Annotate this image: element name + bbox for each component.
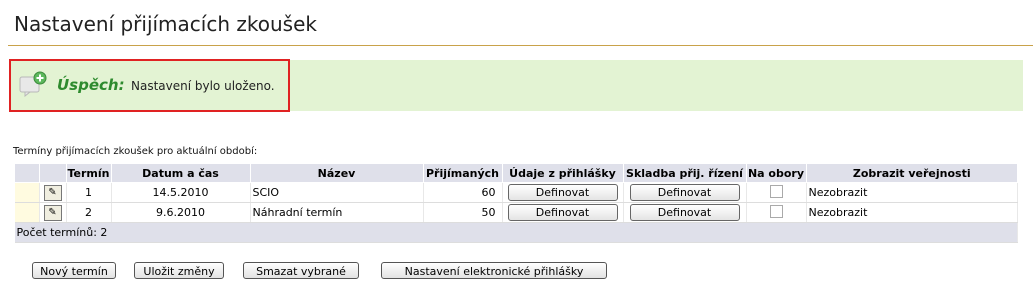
col-zobrazit[interactable]: Zobrazit veřejnosti bbox=[805, 163, 1018, 183]
col-nazev[interactable]: Název bbox=[249, 163, 424, 183]
title-divider bbox=[8, 45, 1033, 46]
col-termin[interactable]: Termín bbox=[65, 163, 112, 183]
col-prijimanych[interactable]: Přijímaných bbox=[422, 163, 503, 183]
skladba-cell: Definovat bbox=[623, 182, 747, 203]
na-obory-cell bbox=[746, 182, 807, 203]
udaje-cell: Definovat bbox=[502, 202, 624, 223]
edit-cell: ✎ bbox=[39, 182, 67, 203]
skladba-define-button[interactable]: Definovat bbox=[629, 184, 740, 201]
na-obory-cell bbox=[746, 202, 807, 223]
datum-cell: 14.5.2010 bbox=[111, 182, 251, 203]
col-datum[interactable]: Datum a čas bbox=[110, 163, 251, 183]
edit-cell: ✎ bbox=[39, 202, 67, 223]
udaje-define-button[interactable]: Definovat bbox=[507, 204, 618, 221]
prijimanych-cell: 60 bbox=[423, 182, 503, 203]
table-header: Termín Datum a čas Název Přijímaných Úda… bbox=[14, 163, 1018, 183]
udaje-cell: Definovat bbox=[502, 182, 624, 203]
delete-selected-button[interactable]: Smazat vybrané bbox=[243, 262, 359, 279]
termin-cell: 2 bbox=[66, 202, 112, 223]
na-obory-checkbox[interactable] bbox=[769, 184, 783, 198]
col-udaje[interactable]: Údaje z přihlášky bbox=[501, 163, 624, 183]
nazev-cell: SCIO bbox=[250, 182, 424, 203]
pencil-icon[interactable]: ✎ bbox=[43, 184, 62, 201]
col-skladba[interactable]: Skladba přij. řízení bbox=[622, 163, 747, 183]
skladba-define-button[interactable]: Definovat bbox=[629, 204, 740, 221]
datum-cell: 9.6.2010 bbox=[111, 202, 251, 223]
terms-count: Počet termínů: 2 bbox=[14, 222, 1018, 243]
row-selector[interactable] bbox=[14, 182, 40, 203]
nazev-cell: Náhradní termín bbox=[250, 202, 424, 223]
zobrazit-cell: Nezobrazit bbox=[806, 182, 1018, 203]
table-footer: Počet termínů: 2 bbox=[14, 222, 1018, 243]
row-selector[interactable] bbox=[14, 202, 40, 223]
prijimanych-cell: 50 bbox=[423, 202, 503, 223]
na-obory-checkbox[interactable] bbox=[769, 204, 783, 218]
table-caption: Termíny přijímacích zkoušek pro aktuální… bbox=[13, 146, 258, 157]
col-edit bbox=[38, 163, 67, 183]
new-term-button[interactable]: Nový termín bbox=[32, 262, 116, 279]
udaje-define-button[interactable]: Definovat bbox=[507, 184, 618, 201]
col-select bbox=[14, 163, 40, 183]
table-row[interactable]: ✎ 2 9.6.2010 Náhradní termín 50 Definova… bbox=[14, 202, 1018, 223]
skladba-cell: Definovat bbox=[623, 202, 747, 223]
success-label: Úspěch: bbox=[57, 76, 125, 94]
e-application-settings-button[interactable]: Nastavení elektronické přihlášky bbox=[381, 262, 607, 279]
exam-terms-table: Termín Datum a čas Název Přijímaných Úda… bbox=[14, 163, 1018, 243]
zobrazit-cell: Nezobrazit bbox=[806, 202, 1018, 223]
save-changes-button[interactable]: Uložit změny bbox=[134, 262, 224, 279]
termin-cell: 1 bbox=[66, 182, 112, 203]
col-na-obory[interactable]: Na obory bbox=[745, 163, 807, 183]
pencil-icon[interactable]: ✎ bbox=[43, 204, 62, 221]
message-plus-icon bbox=[19, 71, 47, 97]
success-message: Nastavení bylo uloženo. bbox=[131, 79, 275, 93]
page-title: Nastavení přijímacích zkoušek bbox=[14, 12, 317, 36]
table-row[interactable]: ✎ 1 14.5.2010 SCIO 60 Definovat Definova… bbox=[14, 182, 1018, 203]
